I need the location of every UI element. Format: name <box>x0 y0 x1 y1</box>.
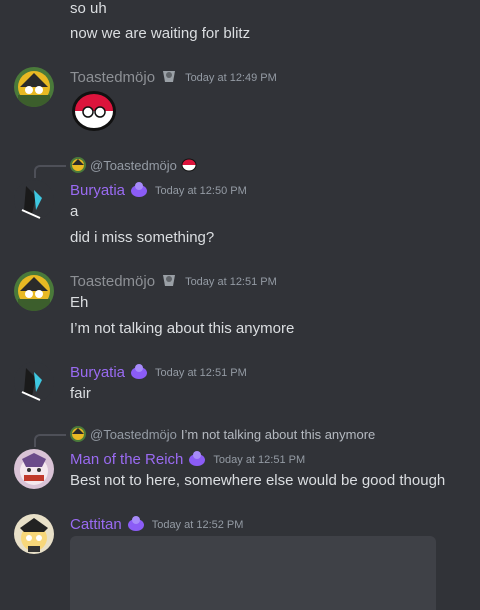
author-name[interactable]: Buryatia <box>70 364 125 381</box>
reply-avatar <box>70 426 86 442</box>
timestamp: Today at 12:50 PM <box>155 185 247 197</box>
avatar-man-of-the-reich[interactable] <box>14 449 54 489</box>
reply-preview[interactable]: @Toastedmöjo I’m not talking about this … <box>70 426 375 442</box>
poland-ball-sticker[interactable] <box>70 89 118 133</box>
author-name[interactable]: Man of the Reich <box>70 451 183 468</box>
message-header: Toastedmöjo Today at 12:51 PM <box>70 272 277 290</box>
message-text: fair <box>70 385 91 402</box>
timestamp: Today at 12:51 PM <box>213 454 306 466</box>
reply-spine <box>34 165 66 178</box>
purple-role-icon[interactable] <box>129 363 149 381</box>
message-header: Buryatia Today at 12:50 PM <box>70 181 247 199</box>
timestamp: Today at 12:51 PM <box>185 276 277 288</box>
message-text: now we are waiting for blitz <box>70 25 251 42</box>
message-header: Man of the Reich Today at 12:51 PM <box>70 450 305 468</box>
message-embed[interactable] <box>70 536 436 610</box>
avatar-toastedmojo[interactable] <box>14 67 54 107</box>
message-text: so uh <box>70 0 107 17</box>
author-name[interactable]: Toastedmöjo <box>70 273 155 290</box>
timestamp: Today at 12:49 PM <box>185 72 277 84</box>
avatar-cattitan[interactable] <box>14 514 54 554</box>
message-text: did i miss something? <box>70 229 215 246</box>
gray-shield-role-icon[interactable] <box>159 272 179 290</box>
avatar-buryatia[interactable] <box>14 362 54 402</box>
chat-messages: so uh now we are waiting for blitz Toast… <box>0 0 480 610</box>
timestamp: Today at 12:52 PM <box>151 519 244 531</box>
purple-role-icon[interactable] <box>126 515 146 533</box>
reply-preview[interactable]: @Toastedmöjo <box>70 157 197 173</box>
reply-avatar <box>70 157 86 173</box>
message-text: a <box>70 203 79 220</box>
author-name[interactable]: Toastedmöjo <box>70 69 155 86</box>
avatar-toastedmojo[interactable] <box>14 271 54 311</box>
message-header: Toastedmöjo Today at 12:49 PM <box>70 68 277 86</box>
reply-spine <box>34 434 66 447</box>
message-text: Eh <box>70 294 89 311</box>
purple-role-icon[interactable] <box>187 450 207 468</box>
author-name[interactable]: Cattitan <box>70 516 122 533</box>
avatar-buryatia[interactable] <box>14 180 54 220</box>
message-text: Best not to here, somewhere else would b… <box>70 472 446 489</box>
purple-role-icon[interactable] <box>129 181 149 199</box>
message-header: Cattitan Today at 12:52 PM <box>70 515 243 533</box>
reply-author[interactable]: @Toastedmöjo <box>90 427 177 442</box>
message-header: Buryatia Today at 12:51 PM <box>70 363 247 381</box>
author-name[interactable]: Buryatia <box>70 182 125 199</box>
message-text: I’m not talking about this anymore <box>70 320 295 337</box>
poland-ball-icon <box>181 157 197 173</box>
timestamp: Today at 12:51 PM <box>155 367 247 379</box>
gray-shield-role-icon[interactable] <box>159 68 179 86</box>
reply-text[interactable]: I’m not talking about this anymore <box>181 427 375 442</box>
reply-author[interactable]: @Toastedmöjo <box>90 158 177 173</box>
